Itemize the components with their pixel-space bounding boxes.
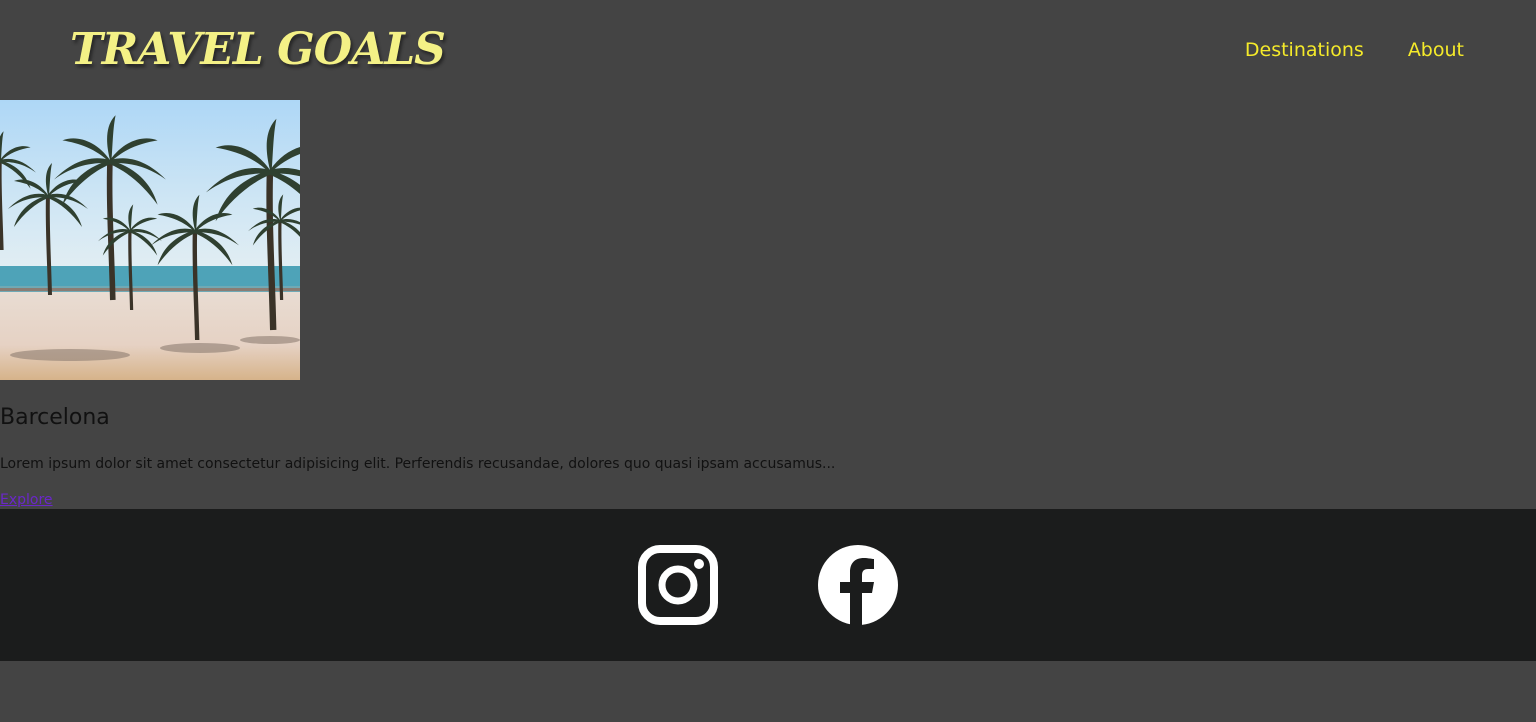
facebook-icon[interactable] <box>818 545 898 625</box>
nav-link-about[interactable]: About <box>1408 36 1464 64</box>
destination-image <box>0 100 300 380</box>
destination-description: Lorem ipsum dolor sit amet consectetur a… <box>0 456 836 472</box>
site-logo[interactable]: TRAVEL GOALS <box>70 20 446 80</box>
nav-link-destinations[interactable]: Destinations <box>1245 36 1364 64</box>
main-nav: Destinations About <box>1245 36 1464 64</box>
site-header: TRAVEL GOALS Destinations About <box>0 0 1536 100</box>
destination-title: Barcelona <box>0 405 110 430</box>
explore-link[interactable]: Explore <box>0 489 53 511</box>
site-footer <box>0 509 1536 661</box>
instagram-icon[interactable] <box>638 545 718 625</box>
